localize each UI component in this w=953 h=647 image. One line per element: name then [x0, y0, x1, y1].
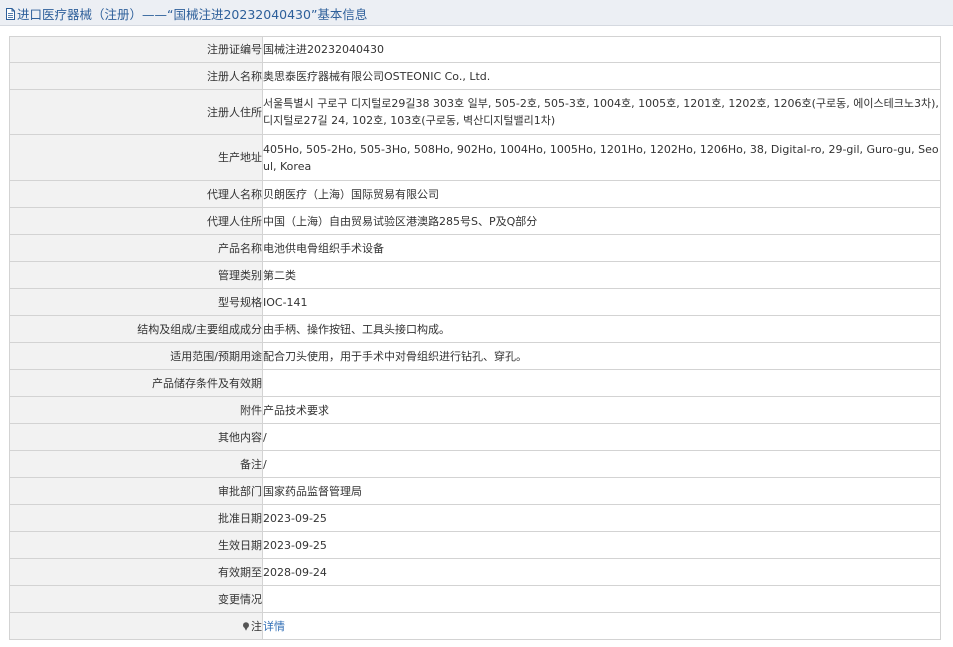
table-row: 代理人名称 贝朗医疗（上海）国际贸易有限公司 — [9, 180, 941, 208]
row-label: 管理类别 — [9, 261, 263, 289]
row-label-note: 注 — [9, 612, 263, 640]
note-label: 注 — [251, 619, 262, 633]
row-value: 电池供电骨组织手术设备 — [262, 234, 941, 262]
table-row: 生效日期 2023-09-25 — [9, 531, 941, 559]
row-value: 由手柄、操作按钮、工具头接口构成。 — [262, 315, 941, 343]
row-label: 附件 — [9, 396, 263, 424]
row-value: 第二类 — [262, 261, 941, 289]
table-row: 代理人住所 中国（上海）自由贸易试验区港澳路285号S、P及Q部分 — [9, 207, 941, 235]
table-row: 变更情况 — [9, 585, 941, 613]
row-label: 其他内容 — [9, 423, 263, 451]
row-label: 产品储存条件及有效期 — [9, 369, 263, 397]
details-link[interactable]: 详情 — [263, 620, 285, 633]
row-value — [262, 369, 941, 397]
table-row: 注册证编号 国械注进20232040430 — [9, 36, 941, 63]
row-label: 变更情况 — [9, 585, 263, 613]
row-label: 备注 — [9, 450, 263, 478]
row-label: 结构及组成/主要组成成分 — [9, 315, 263, 343]
row-value: 2023-09-25 — [262, 531, 941, 559]
table-row: 附件 产品技术要求 — [9, 396, 941, 424]
row-value: 中国（上海）自由贸易试验区港澳路285号S、P及Q部分 — [262, 207, 941, 235]
row-value: 国家药品监督管理局 — [262, 477, 941, 505]
table-row: 注册人住所 서울특별시 구로구 디지털로29길38 303호 일부, 505-2호… — [9, 89, 941, 135]
row-value: / — [262, 423, 941, 451]
table-row: 产品名称 电池供电骨组织手术设备 — [9, 234, 941, 262]
table-row: 其他内容 / — [9, 423, 941, 451]
row-value: 2028-09-24 — [262, 558, 941, 586]
row-label: 代理人住所 — [9, 207, 263, 235]
row-label: 注册人名称 — [9, 62, 263, 90]
table-row: 注册人名称 奥思泰医疗器械有限公司OSTEONIC Co., Ltd. — [9, 62, 941, 90]
row-value — [262, 585, 941, 613]
row-label: 生效日期 — [9, 531, 263, 559]
table-row: 生产地址 405Ho, 505-2Ho, 505-3Ho, 508Ho, 902H… — [9, 134, 941, 181]
row-value: 配合刀头使用，用于手术中对骨组织进行钻孔、穿孔。 — [262, 342, 941, 370]
row-value: / — [262, 450, 941, 478]
row-label: 有效期至 — [9, 558, 263, 586]
row-value: 서울특별시 구로구 디지털로29길38 303호 일부, 505-2호, 505… — [262, 89, 941, 135]
table-row: 有效期至 2028-09-24 — [9, 558, 941, 586]
page-title: 进口医疗器械（注册）——“国械注进20232040430”基本信息 — [17, 7, 368, 22]
info-table-body: 注册证编号 国械注进20232040430 注册人名称 奥思泰医疗器械有限公司OSTE… — [9, 36, 941, 640]
row-label: 注册人住所 — [9, 89, 263, 135]
row-label: 适用范围/预期用途 — [9, 342, 263, 370]
table-row: 批准日期 2023-09-25 — [9, 504, 941, 532]
table-row: 审批部门 国家药品监督管理局 — [9, 477, 941, 505]
row-label: 生产地址 — [9, 134, 263, 181]
document-icon — [6, 7, 15, 20]
row-label: 代理人名称 — [9, 180, 263, 208]
row-label: 批准日期 — [9, 504, 263, 532]
table-row: 备注 / — [9, 450, 941, 478]
row-value: 产品技术要求 — [262, 396, 941, 424]
row-value: 贝朗医疗（上海）国际贸易有限公司 — [262, 180, 941, 208]
row-value-note: 详情 — [262, 612, 941, 640]
row-value: 2023-09-25 — [262, 504, 941, 532]
title-bar: 进口医疗器械（注册）——“国械注进20232040430”基本信息 — [0, 0, 953, 26]
table-row-note: 注详情 — [9, 612, 941, 640]
table-row: 型号规格 IOC-141 — [9, 288, 941, 316]
row-label: 注册证编号 — [9, 36, 263, 63]
row-label: 型号规格 — [9, 288, 263, 316]
table-row: 结构及组成/主要组成成分 由手柄、操作按钮、工具头接口构成。 — [9, 315, 941, 343]
row-value: 国械注进20232040430 — [262, 36, 941, 63]
row-label: 审批部门 — [9, 477, 263, 505]
table-row: 产品储存条件及有效期 — [9, 369, 941, 397]
table-row: 管理类别 第二类 — [9, 261, 941, 289]
info-table: 注册证编号 国械注进20232040430 注册人名称 奥思泰医疗器械有限公司OSTE… — [9, 36, 941, 640]
row-label: 产品名称 — [9, 234, 263, 262]
pin-icon — [242, 619, 250, 631]
row-value: IOC-141 — [262, 288, 941, 316]
table-row: 适用范围/预期用途 配合刀头使用，用于手术中对骨组织进行钻孔、穿孔。 — [9, 342, 941, 370]
row-value: 405Ho, 505-2Ho, 505-3Ho, 508Ho, 902Ho, 1… — [262, 134, 941, 181]
row-value: 奥思泰医疗器械有限公司OSTEONIC Co., Ltd. — [262, 62, 941, 90]
page-title-wrap: 进口医疗器械（注册）——“国械注进20232040430”基本信息 — [6, 4, 367, 23]
